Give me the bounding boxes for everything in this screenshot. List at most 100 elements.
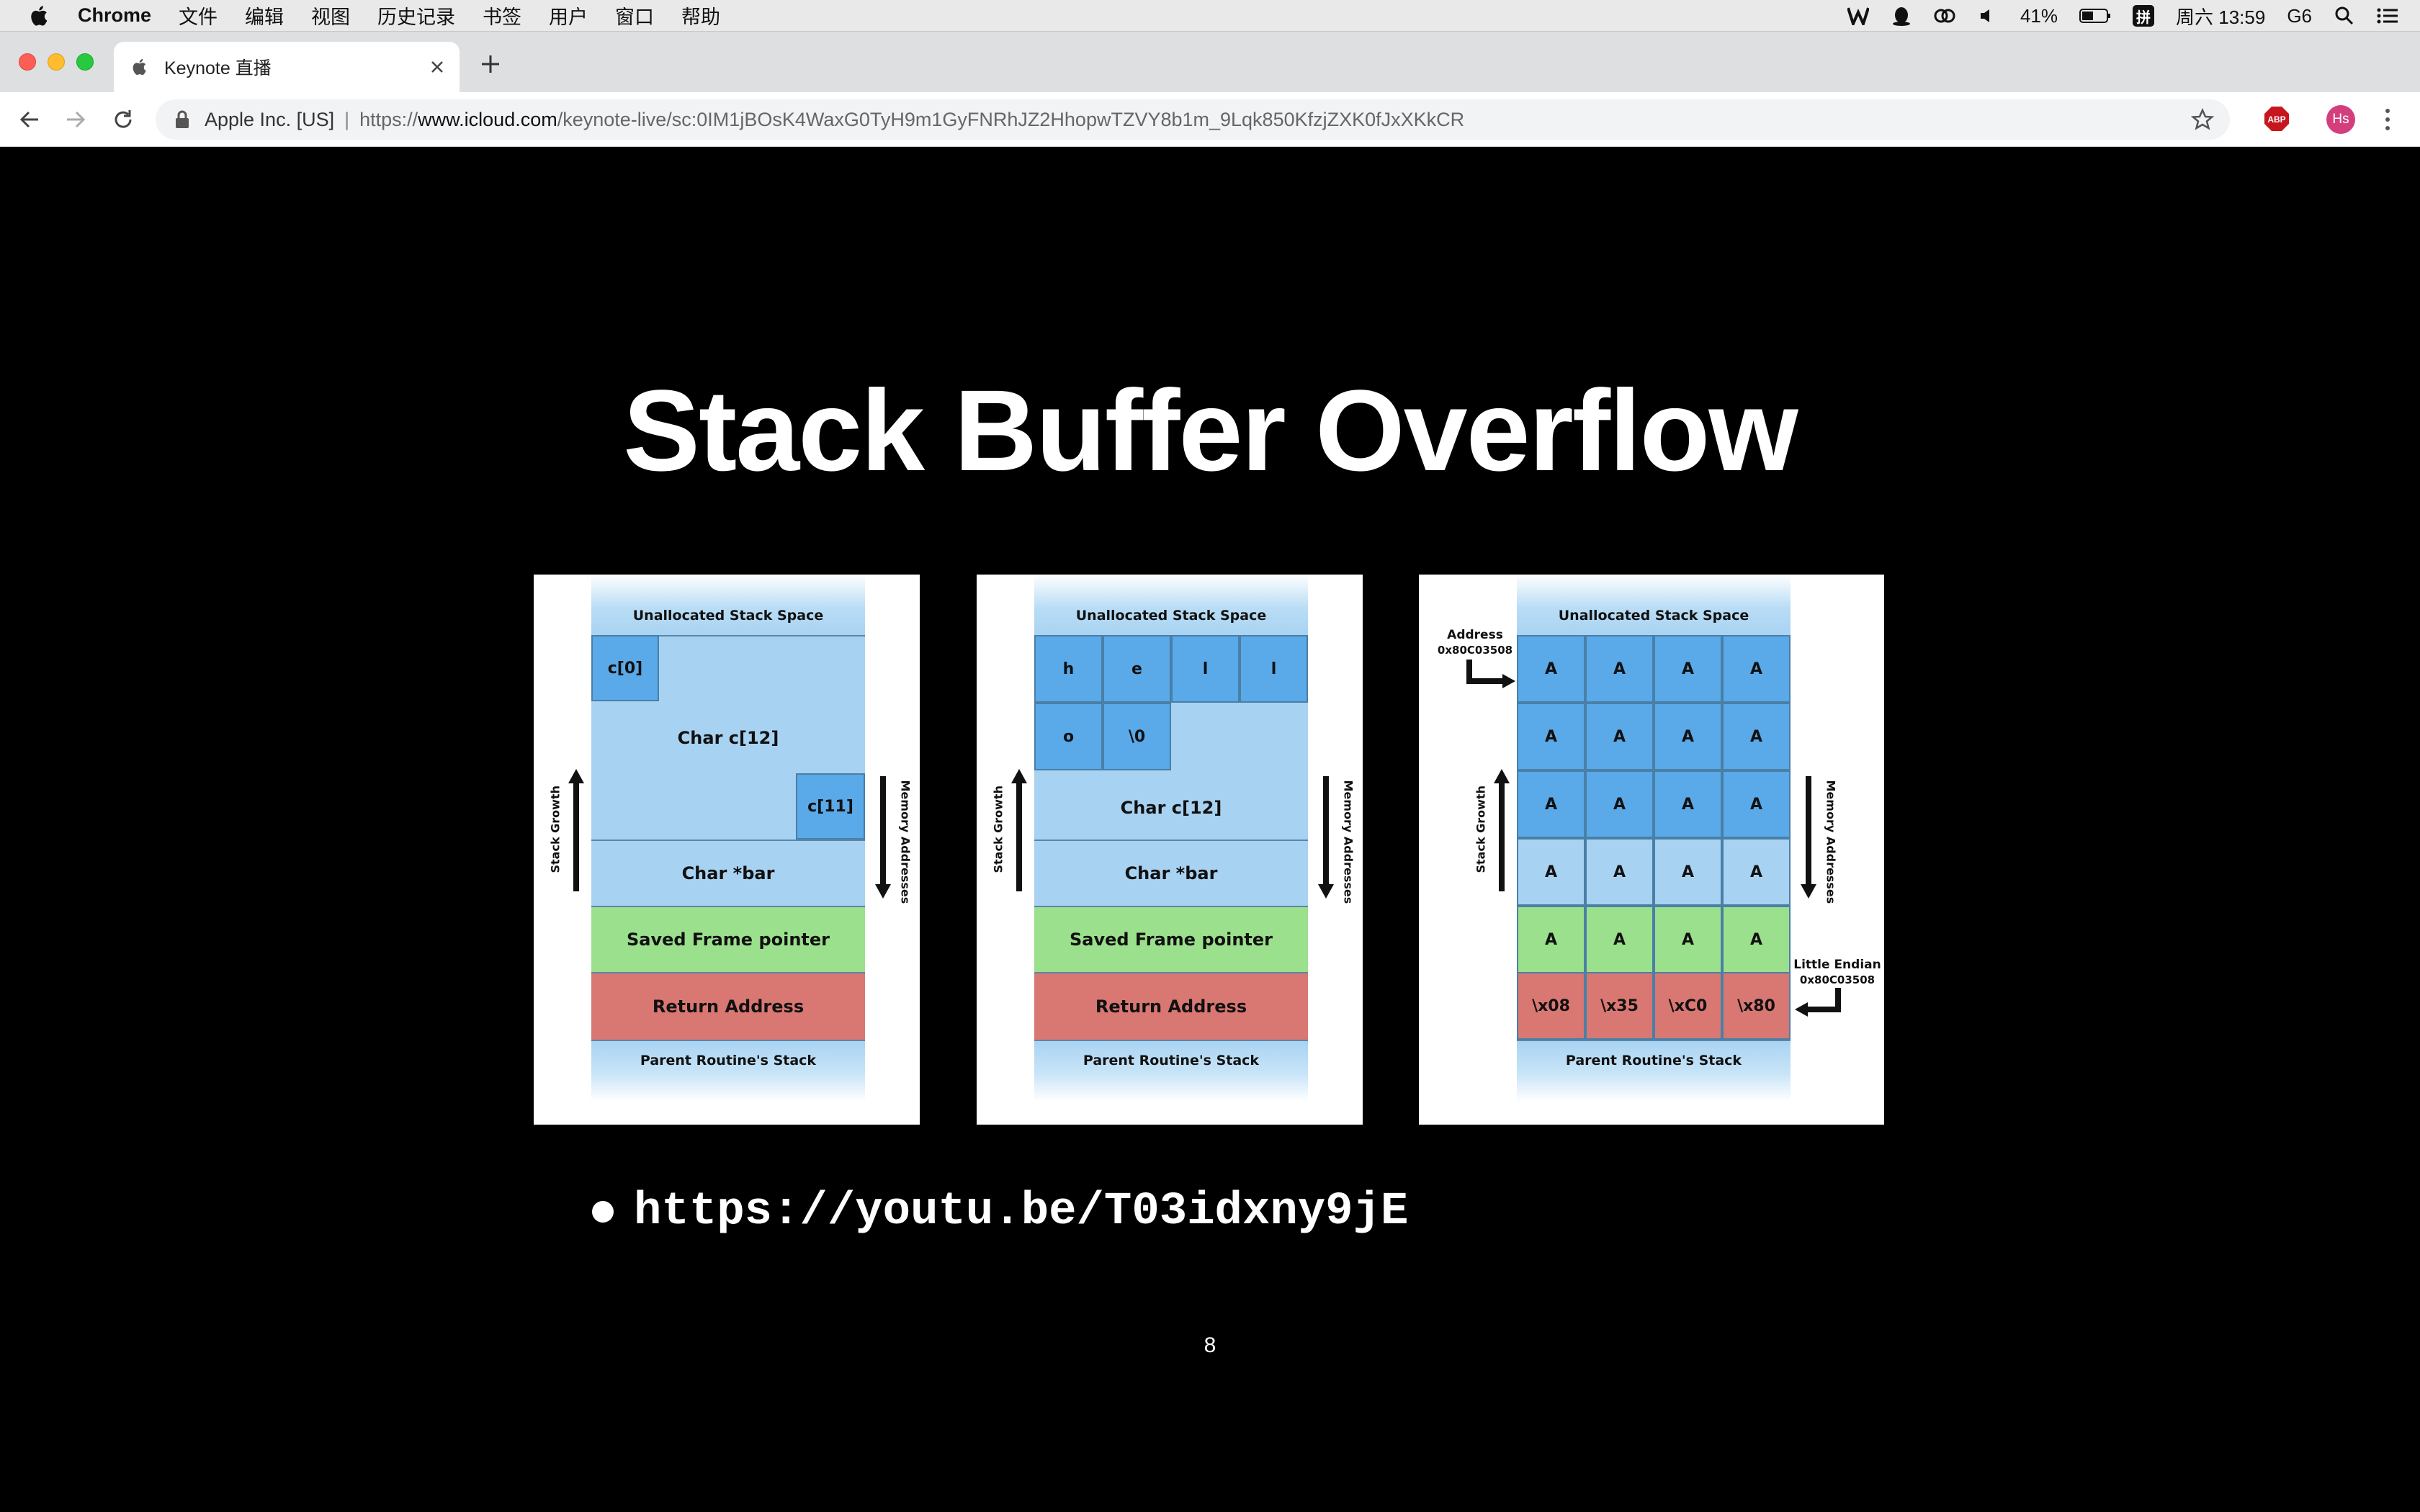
return-address-label: Return Address: [1034, 972, 1308, 1040]
menu-history[interactable]: 历史记录: [377, 1, 455, 30]
menu-edit[interactable]: 编辑: [245, 1, 284, 30]
wifi-link-icon[interactable]: [1934, 5, 1955, 27]
stack-growth-arrow-icon: [568, 769, 584, 891]
profile-avatar[interactable]: Hs: [2326, 105, 2355, 134]
overflow-a-cell: A: [1722, 703, 1791, 770]
overflow-a-cell: A: [1654, 770, 1722, 838]
little-endian-label: Little Endian: [1793, 958, 1881, 972]
menu-window[interactable]: 窗口: [615, 1, 654, 30]
spotlight-search-icon[interactable]: [2334, 5, 2355, 27]
menu-bookmarks[interactable]: 书签: [483, 1, 521, 30]
url-prefix: https://: [359, 108, 418, 130]
overflow-a-cell: A: [1517, 906, 1585, 973]
overflow-a-cell: A: [1654, 703, 1722, 770]
url-host: www.icloud.com: [418, 108, 557, 130]
stack-growth-label: Stack Growth: [1474, 786, 1488, 873]
notification-center-icon[interactable]: [2377, 5, 2398, 27]
url-text[interactable]: https://www.icloud.com/keynote-live/sc:0…: [359, 109, 1464, 131]
battery-icon[interactable]: [2079, 5, 2111, 27]
window-minimize-button[interactable]: [48, 53, 65, 71]
saved-frame-pointer-label: Saved Frame pointer: [1034, 906, 1308, 972]
memory-addresses-label: Memory Addresses: [898, 780, 913, 904]
hello-cell: l: [1171, 635, 1240, 703]
menubar-clock[interactable]: 周六 13:59: [2176, 3, 2265, 30]
unallocated-stack-label: Unallocated Stack Space: [1517, 575, 1791, 635]
overflow-a-cell: A: [1517, 635, 1585, 703]
menu-file[interactable]: 文件: [179, 1, 218, 30]
char-bar-label: Char *bar: [591, 840, 865, 906]
stack-diagram-hello: Unallocated Stack Space Char c[12] h e l…: [977, 575, 1363, 1125]
return-address-label: Return Address: [591, 972, 865, 1040]
certificate-label[interactable]: Apple Inc. [US]: [205, 109, 334, 131]
address-label: Address: [1447, 628, 1503, 642]
input-method-icon[interactable]: 拼: [2133, 5, 2155, 27]
bullet-item: https://youtu.be/T03idxny9jE: [592, 1186, 1408, 1238]
return-byte-cell: \x80: [1722, 972, 1791, 1040]
hello-cell: e: [1103, 635, 1171, 703]
c11-cell: c[11]: [796, 773, 865, 840]
macos-menubar: Chrome 文件 编辑 视图 历史记录 书签 用户 窗口 帮助 41% 拼 周…: [0, 0, 2420, 32]
omnibox-separator: |: [344, 108, 350, 130]
menu-view[interactable]: 视图: [311, 1, 350, 30]
chrome-menu-icon[interactable]: [2377, 105, 2398, 134]
stack-growth-arrow-icon: [1011, 769, 1027, 891]
unallocated-stack-label: Unallocated Stack Space: [591, 575, 865, 635]
overflow-a-cell: A: [1585, 906, 1654, 973]
return-byte-cell: \x08: [1517, 972, 1585, 1040]
slide-number: 8: [1204, 1333, 1216, 1357]
char-c12-label: Char c[12]: [1120, 798, 1222, 818]
volume-icon[interactable]: [1977, 5, 1999, 27]
unallocated-stack-label: Unallocated Stack Space: [1034, 575, 1308, 635]
memory-address-arrow-icon: [1801, 776, 1816, 899]
tab-keynote[interactable]: Keynote 直播: [114, 42, 460, 92]
forward-button[interactable]: [62, 106, 89, 133]
apple-menu-icon[interactable]: [29, 4, 52, 27]
menu-people[interactable]: 用户: [549, 1, 588, 30]
bookmark-star-icon[interactable]: [2191, 108, 2214, 131]
youtube-link[interactable]: https://youtu.be/T03idxny9jE: [634, 1186, 1408, 1238]
reload-button[interactable]: [109, 106, 137, 133]
overflow-a-cell: A: [1722, 838, 1791, 906]
tab-strip: Keynote 直播: [0, 32, 2420, 92]
char-bar-label: Char *bar: [1034, 840, 1308, 906]
network-label[interactable]: G6: [2287, 5, 2312, 27]
qq-penguin-icon[interactable]: [1891, 5, 1912, 27]
window-close-button[interactable]: [19, 53, 36, 71]
little-endian-value: 0x80C03508: [1799, 973, 1876, 986]
saved-frame-pointer-label: Saved Frame pointer: [591, 906, 865, 972]
memory-address-arrow-icon: [1318, 776, 1334, 899]
stack-diagram-overflow: Unallocated Stack Space Parent Routine's…: [1419, 575, 1884, 1125]
overflow-a-cell: A: [1722, 906, 1791, 973]
back-button[interactable]: [16, 106, 43, 133]
apple-favicon-icon: [133, 58, 146, 76]
overflow-a-cell: A: [1654, 906, 1722, 973]
overflow-a-cell: A: [1585, 838, 1654, 906]
lock-icon[interactable]: [174, 110, 190, 129]
overflow-a-cell: A: [1722, 635, 1791, 703]
stack-growth-arrow-icon: [1494, 769, 1510, 891]
overflow-a-cell: A: [1585, 770, 1654, 838]
hello-cell: o: [1034, 703, 1103, 770]
address-bar[interactable]: Apple Inc. [US] | https://www.icloud.com…: [156, 99, 2230, 140]
tab-close-icon[interactable]: [426, 56, 448, 78]
vectorworks-icon[interactable]: [1847, 5, 1869, 27]
hello-cell: \0: [1103, 703, 1171, 770]
overflow-a-cell: A: [1585, 635, 1654, 703]
menu-help[interactable]: 帮助: [681, 1, 720, 30]
hello-cell: h: [1034, 635, 1103, 703]
address-pointer-arrow-icon: [1466, 660, 1515, 688]
adblock-plus-icon[interactable]: ABP: [2264, 106, 2290, 132]
menu-app-name[interactable]: Chrome: [78, 4, 151, 27]
return-byte-cell: \x35: [1585, 972, 1654, 1040]
address-value: 0x80C03508: [1437, 644, 1513, 657]
parent-stack-label: Parent Routine's Stack: [591, 1040, 865, 1102]
new-tab-button[interactable]: [478, 52, 503, 76]
browser-toolbar: Apple Inc. [US] | https://www.icloud.com…: [0, 92, 2420, 147]
parent-stack-label: Parent Routine's Stack: [1034, 1040, 1308, 1102]
c0-cell: c[0]: [591, 635, 659, 701]
stack-growth-label: Stack Growth: [991, 786, 1005, 873]
parent-stack-label: Parent Routine's Stack: [1517, 1040, 1791, 1102]
window-zoom-button[interactable]: [76, 53, 94, 71]
url-path: /keynote-live/sc:0IM1jBOsK4WaxG0TyH9m1Gy…: [557, 108, 1465, 130]
overflow-a-cell: A: [1654, 635, 1722, 703]
